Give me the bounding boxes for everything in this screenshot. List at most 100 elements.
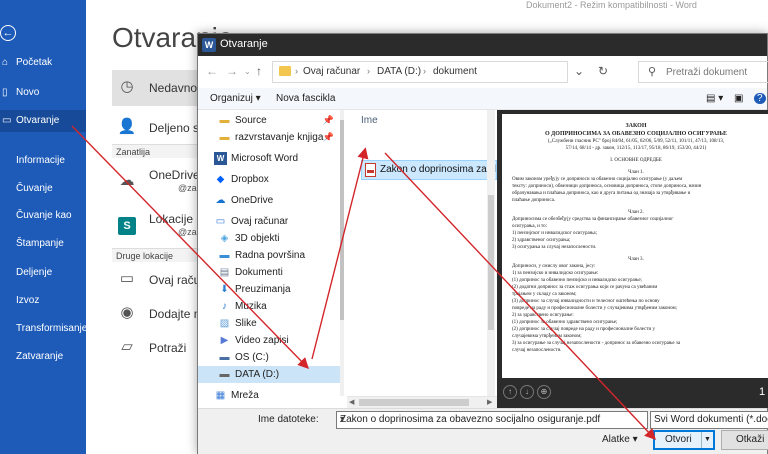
- nav-new[interactable]: ▯ Novo: [0, 82, 86, 104]
- column-header-name[interactable]: Ime: [361, 115, 378, 126]
- nav-this-pc[interactable]: ▭ Ovaj računar: [198, 213, 340, 230]
- address-bar[interactable]: › Ovaj računar › DATA (D:) › dokument: [272, 61, 568, 83]
- nav-onedrive[interactable]: ☁ OneDrive: [198, 192, 340, 209]
- dialog-bottom: Ime datoteke: Zakon o doprinosima za oba…: [198, 408, 768, 454]
- nav-transform[interactable]: Transformisanje: [16, 323, 87, 334]
- preview-line: 1) за пензијско и инвалидско осигурање:: [512, 271, 599, 276]
- scroll-right-icon[interactable]: ▶: [487, 398, 492, 406]
- organize-menu[interactable]: Organizuj ▾: [210, 93, 261, 104]
- back-arrow-icon[interactable]: ←: [0, 25, 16, 41]
- file-name-input[interactable]: Zakon o doprinosima za obavezno socijaln…: [336, 411, 648, 429]
- open-dialog: W Otvaranje ← → ⌄ ↑ › Ovaj računar › DAT…: [197, 33, 768, 454]
- forward-icon[interactable]: →: [226, 64, 238, 78]
- nav-videos[interactable]: ▶ Video zapisi: [198, 332, 340, 349]
- nav-print[interactable]: Štampanje: [16, 238, 64, 249]
- dialog-title: Otvaranje: [220, 38, 268, 50]
- folder-icon: ▬: [219, 132, 230, 143]
- help-icon[interactable]: ?: [754, 93, 766, 104]
- preview-pane-icon[interactable]: ▣: [734, 93, 743, 104]
- nav-dropbox[interactable]: ◆ Dropbox: [198, 171, 340, 188]
- file-name-label: Ime datoteke:: [258, 414, 319, 425]
- back-icon[interactable]: ←: [206, 64, 218, 78]
- file-list-scrollbar[interactable]: [487, 110, 495, 396]
- tools-menu[interactable]: Alatke ▾: [602, 434, 638, 445]
- nav-scrollbar[interactable]: [340, 110, 344, 396]
- breadcrumb-data-d[interactable]: DATA (D:): [377, 66, 421, 77]
- location-browse[interactable]: ▱ Potraži: [112, 330, 198, 366]
- nav-data-d[interactable]: ▬ DATA (D:): [198, 366, 340, 383]
- location-add-place[interactable]: ◉ Dodajte m: [112, 296, 198, 332]
- address-dropdown-icon[interactable]: ⌄: [574, 64, 584, 78]
- clock-icon: ◷: [120, 78, 134, 95]
- search-box[interactable]: ⚲ Pretraži dokument: [638, 61, 768, 83]
- pin-icon: 📌: [322, 115, 334, 125]
- search-input[interactable]: Pretraži dokument: [666, 67, 747, 78]
- nav-desktop[interactable]: ▬ Radna površina: [198, 247, 340, 264]
- nav-source[interactable]: ▬ Source 📌: [198, 112, 340, 129]
- chevron-down-icon[interactable]: ▼: [701, 432, 713, 448]
- nav-razvrstavanje[interactable]: ▬ razvrstavanje knjiga 📌: [198, 129, 340, 146]
- nav-documents[interactable]: ▤ Dokumenti: [198, 264, 340, 281]
- backstage-nav: ← ⌂ Početak ▯ Novo ▭ Otvaranje Informacije …: [0, 0, 87, 454]
- people-icon: 👤: [117, 118, 137, 135]
- preview-line: I. ОСНОВНЕ ОДРЕДБЕ: [610, 158, 662, 163]
- nav-network[interactable]: ▦ Mreža: [198, 389, 340, 403]
- cancel-button[interactable]: Otkaži: [721, 430, 768, 450]
- address-row: ← → ⌄ ↑ › Ovaj računar › DATA (D:) › dok…: [198, 56, 768, 88]
- scroll-left-icon[interactable]: ◀: [349, 398, 354, 406]
- nav-save-as[interactable]: Čuvanje kao: [16, 210, 72, 221]
- up-icon[interactable]: ↑: [256, 64, 262, 78]
- location-shared[interactable]: 👤 Deljeno sa: [112, 110, 198, 146]
- refresh-icon[interactable]: ↻: [598, 64, 608, 78]
- preview-line: случајевима утврђеним законом;: [512, 334, 582, 339]
- preview-line: О ДОПРИНОСИМА ЗА ОБАВЕЗНО СОЦИЈАЛНО ОСИГ…: [544, 131, 727, 137]
- preview-line: 2) за здравствено осигурање:: [512, 313, 574, 318]
- file-item[interactable]: Zakon o doprinosima za obavezn: [361, 160, 497, 180]
- nav-os-c[interactable]: ▬ OS (C:): [198, 349, 340, 366]
- new-doc-icon: ▯: [2, 87, 8, 98]
- location-recent[interactable]: ◷ Nedavno: [112, 70, 198, 106]
- prev-page-icon[interactable]: ↑: [503, 385, 517, 399]
- file-list-hscrollbar[interactable]: ◀ ▶: [347, 396, 497, 408]
- recent-dropdown-icon[interactable]: ⌄: [244, 67, 251, 76]
- breadcrumb-this-pc[interactable]: Ovaj računar: [303, 66, 360, 77]
- network-icon: ▦: [215, 390, 226, 401]
- computer-icon: ▭: [215, 216, 226, 227]
- file-type-select[interactable]: Svi Word dokumenti (*.docx;*.d: [650, 411, 768, 429]
- nav-export[interactable]: Izvoz: [16, 295, 39, 306]
- chevron-down-icon[interactable]: ▾: [340, 414, 345, 425]
- preview-line: 57/14, 68/14 - др. закон, 112/15, 113/17…: [565, 146, 707, 151]
- view-options-icon[interactable]: ▤ ▾: [706, 93, 723, 104]
- preview-line: (3) допринос за случај инвалидности и те…: [512, 299, 660, 304]
- nav-save[interactable]: Čuvanje: [16, 183, 53, 194]
- open-button[interactable]: Otvori ▼: [653, 430, 715, 450]
- nav-info[interactable]: Informacije: [16, 155, 65, 166]
- preview-line: 1) пензијског и инвалидског осигурања;: [512, 231, 597, 236]
- preview-toolbar: ↑ ↓ ⊕ 1: [497, 378, 768, 408]
- zoom-icon[interactable]: ⊕: [537, 385, 551, 399]
- preview-line: (2) додатни допринос за стаж осигурања к…: [512, 285, 658, 290]
- next-page-icon[interactable]: ↓: [520, 385, 534, 399]
- preview-line: („Службени гласник РС" број 84/04, 61/05…: [547, 139, 725, 144]
- nav-home[interactable]: ⌂ Početak: [0, 52, 86, 74]
- nav-music[interactable]: ♪ Muzika: [198, 298, 340, 315]
- nav-microsoft-word[interactable]: W Microsoft Word: [198, 150, 340, 167]
- location-this-pc[interactable]: ▭ Ovaj raču: [112, 262, 198, 298]
- new-folder-button[interactable]: Nova fascikla: [276, 93, 335, 104]
- nav-pictures[interactable]: ▨ Slike: [198, 315, 340, 332]
- folder-icon: ▱: [121, 338, 133, 355]
- music-icon: ♪: [222, 301, 227, 312]
- word-icon: W: [202, 38, 216, 52]
- preview-line: Члан 2.: [628, 210, 644, 215]
- dialog-titlebar[interactable]: W Otvaranje: [198, 34, 767, 56]
- nav-share[interactable]: Deljenje: [16, 267, 52, 278]
- preview-line: Овим законом уређују се доприноси за оба…: [512, 177, 683, 182]
- location-onedrive[interactable]: ☁ OneDrive - @za: [112, 164, 199, 200]
- nav-3d-objects[interactable]: ◈ 3D objekti: [198, 230, 340, 247]
- nav-downloads[interactable]: ⬇ Preuzimanja: [198, 281, 340, 298]
- nav-close[interactable]: Zatvaranje: [16, 351, 63, 362]
- breadcrumb-dokument[interactable]: dokument: [433, 66, 477, 77]
- nav-open[interactable]: ▭ Otvaranje: [0, 110, 86, 132]
- location-sharepoint[interactable]: S Lokacije - @za: [112, 208, 198, 244]
- dialog-toolbar: Organizuj ▾ Nova fascikla ▤ ▾ ▣ ?: [198, 88, 767, 110]
